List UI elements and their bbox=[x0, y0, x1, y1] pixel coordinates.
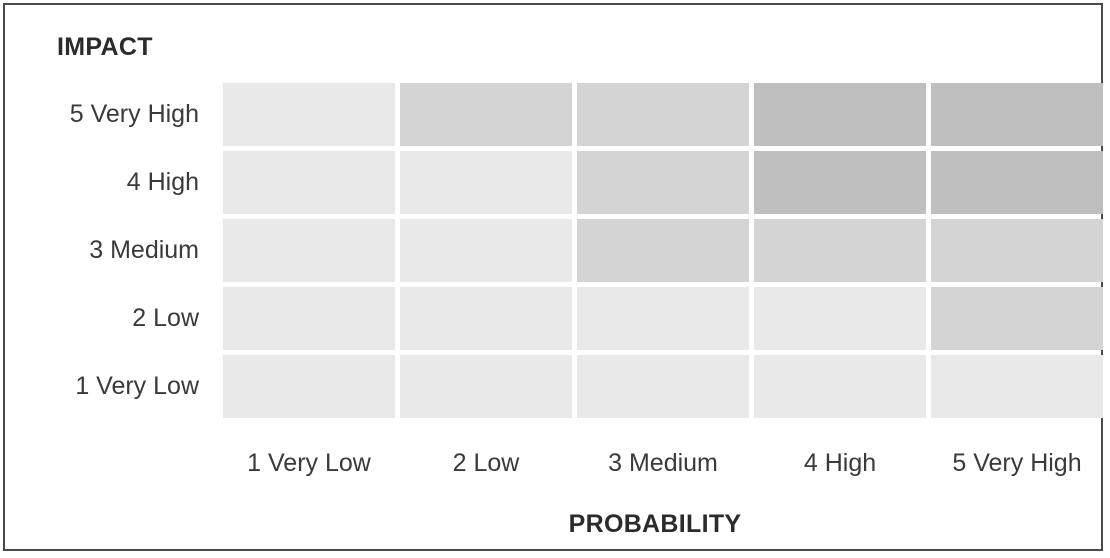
risk-cell bbox=[577, 219, 749, 282]
impact-axis-label: 2 Low bbox=[132, 304, 199, 332]
probability-axis-labels: 1 Very Low 2 Low 3 Medium 4 High 5 Very High bbox=[223, 441, 1087, 485]
risk-matrix-grid bbox=[223, 83, 1103, 423]
probability-axis-label: 4 High bbox=[803, 449, 877, 477]
impact-axis-label: 3 Medium bbox=[89, 236, 199, 264]
risk-cell bbox=[754, 287, 926, 350]
risk-cell bbox=[754, 151, 926, 214]
impact-axis-title-text: IMPACT bbox=[57, 33, 153, 61]
risk-matrix-frame: IMPACT 5 Very High 4 High 3 Medium 2 Low 1 V… bbox=[3, 3, 1103, 551]
risk-cell bbox=[931, 287, 1103, 350]
impact-axis-label: 4 High bbox=[126, 168, 199, 196]
probability-axis-title-text: PROBABILITY bbox=[568, 510, 742, 538]
risk-cell bbox=[400, 355, 572, 418]
risk-cell bbox=[577, 83, 749, 146]
risk-cell bbox=[931, 151, 1103, 214]
risk-cell bbox=[931, 355, 1103, 418]
risk-cell bbox=[754, 83, 926, 146]
risk-cell bbox=[754, 219, 926, 282]
risk-cell bbox=[223, 151, 395, 214]
risk-cell bbox=[400, 287, 572, 350]
risk-cell bbox=[223, 83, 395, 146]
probability-axis-label: 3 Medium bbox=[608, 449, 718, 477]
risk-cell bbox=[577, 151, 749, 214]
probability-axis-label: 1 Very Low bbox=[247, 449, 371, 477]
risk-cell bbox=[400, 83, 572, 146]
impact-axis-labels: 5 Very High 4 High 3 Medium 2 Low 1 Very Low bbox=[13, 83, 199, 423]
risk-cell bbox=[931, 83, 1103, 146]
risk-cell bbox=[931, 219, 1103, 282]
risk-cell bbox=[400, 219, 572, 282]
impact-axis-label: 5 Very High bbox=[69, 100, 199, 128]
probability-axis-label: 2 Low bbox=[452, 449, 520, 477]
risk-cell bbox=[577, 287, 749, 350]
risk-cell bbox=[223, 355, 395, 418]
risk-cell bbox=[223, 287, 395, 350]
risk-cell bbox=[754, 355, 926, 418]
risk-cell bbox=[400, 151, 572, 214]
impact-axis-label: 1 Very Low bbox=[75, 372, 199, 400]
risk-cell bbox=[223, 219, 395, 282]
probability-axis-label: 5 Very High bbox=[952, 449, 1082, 477]
risk-cell bbox=[577, 355, 749, 418]
